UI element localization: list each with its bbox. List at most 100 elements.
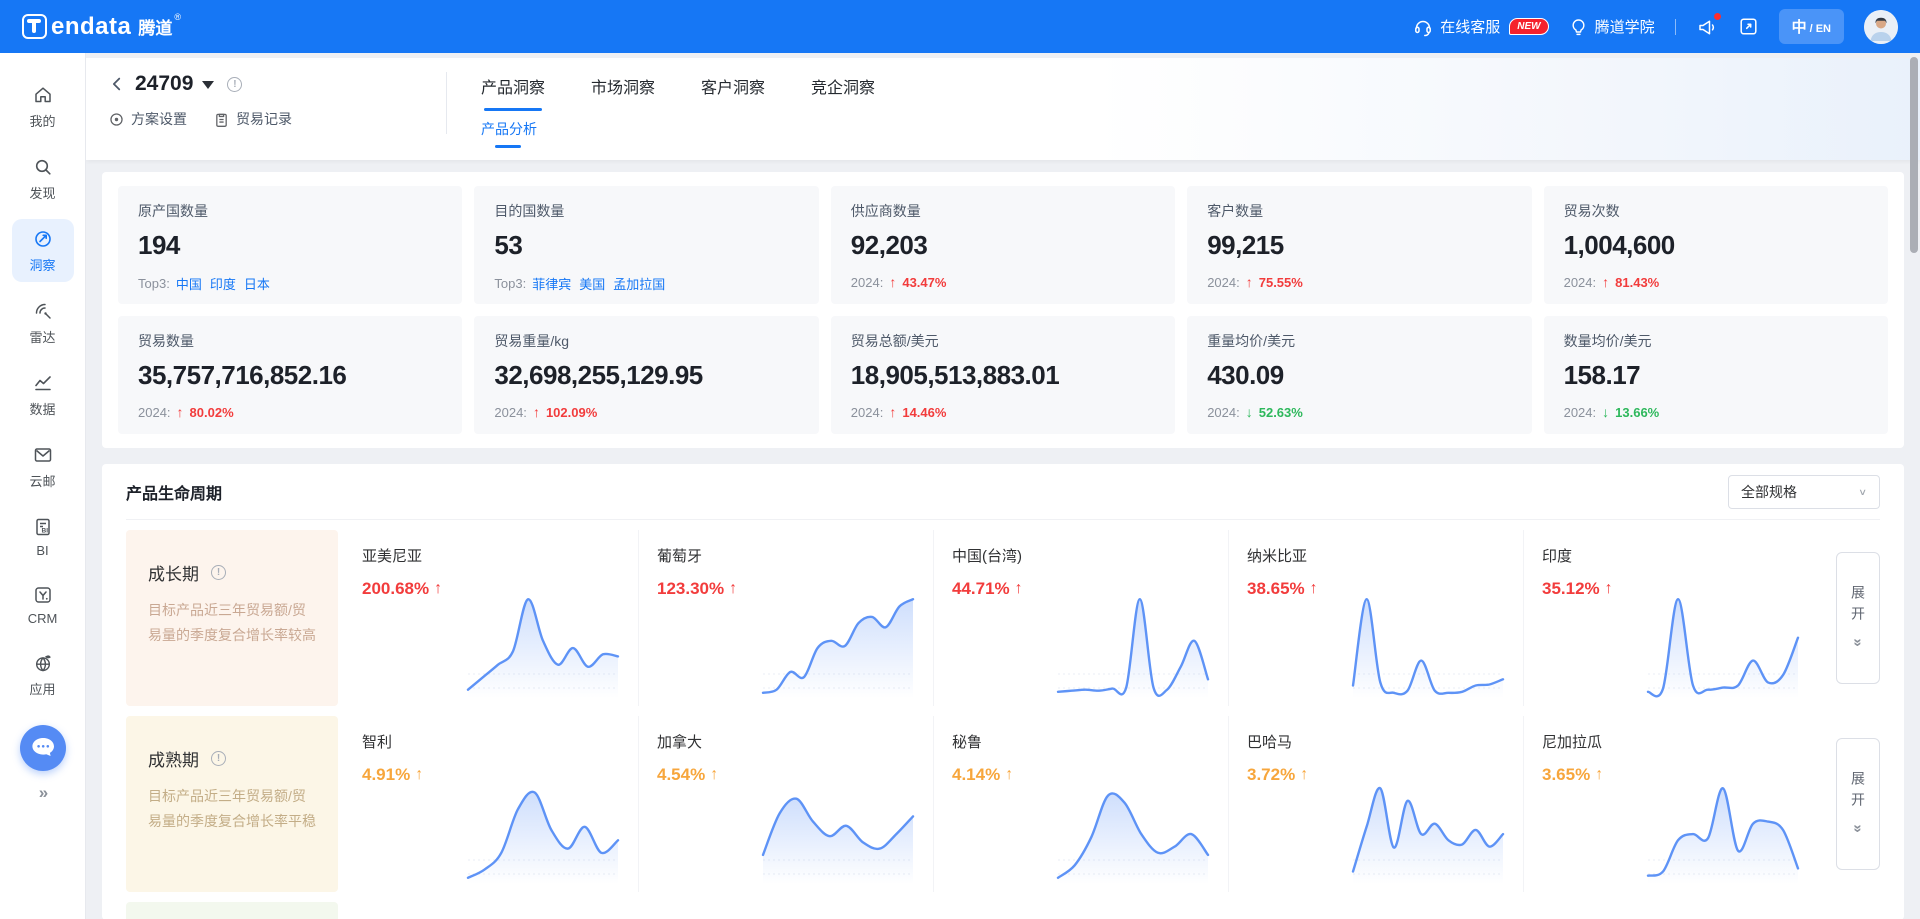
phase-description: 目标产品近三年贸易额/贸易量的季度复合增长率较高	[148, 598, 316, 648]
plan-id[interactable]: 24709	[135, 72, 193, 96]
phase-card-mature: 成熟期 目标产品近三年贸易额/贸易量的季度复合增长率平稳	[126, 716, 338, 892]
top3-label: Top3:	[138, 276, 170, 291]
country-name: 尼加拉瓜	[1542, 731, 1818, 752]
country-trend-cell[interactable]: 智利 4.91%↑	[344, 716, 639, 892]
tendata-logo[interactable]: endata 腾道 ®	[22, 14, 181, 39]
trend-arrow-icon: ↑	[415, 766, 423, 784]
stat-footer: 2024: ↑ 102.09%	[494, 404, 798, 420]
trend-arrow-icon: ↑	[177, 404, 184, 420]
sidebar-item-bi[interactable]: BI BI	[12, 507, 74, 566]
stat-card-customers: 客户数量 99,215 2024: ↑ 75.55%	[1187, 186, 1531, 304]
year-label: 2024:	[1564, 275, 1597, 290]
tab-product-insight[interactable]: 产品洞察	[481, 74, 545, 111]
trend-arrow-icon: ↑	[710, 766, 718, 784]
svg-text:BI: BI	[41, 527, 48, 534]
sidebar-item-mine[interactable]: 我的	[12, 75, 74, 138]
expand-label: 展开	[1848, 585, 1868, 627]
top3-country-link[interactable]: 印度	[210, 274, 236, 293]
chat-bubble-button[interactable]	[20, 725, 66, 771]
sidebar-item-crm[interactable]: CRM	[12, 575, 74, 634]
top3-label: Top3:	[494, 276, 526, 291]
registered-mark: ®	[174, 12, 181, 22]
country-trend-cell[interactable]: 加拿大 4.54%↑	[639, 716, 934, 892]
back-icon[interactable]	[108, 75, 126, 93]
page-header: 24709 方案设置 贸易记录 产	[86, 58, 1920, 160]
plan-settings-button[interactable]: 方案设置	[108, 109, 187, 129]
radar-icon	[32, 300, 54, 322]
sidebar-item-discover[interactable]: 发现	[12, 147, 74, 210]
sidebar-item-label: BI	[36, 543, 48, 558]
main-content: 24709 方案设置 贸易记录 产	[86, 53, 1920, 919]
trend-arrow-icon: ↑	[434, 580, 442, 598]
sparkline-chart	[1644, 772, 1802, 890]
info-icon[interactable]	[211, 565, 226, 580]
sidebar-item-radar[interactable]: 雷达	[12, 291, 74, 354]
fullscreen-icon[interactable]	[1738, 16, 1759, 37]
top3-country-link[interactable]: 美国	[579, 274, 605, 293]
country-trend-cell[interactable]: 纳米比亚 38.65%↑	[1229, 530, 1524, 706]
phase-card-partial	[126, 902, 338, 919]
trend-percent: 4.91%	[362, 765, 410, 785]
tendata-logo-icon	[22, 14, 47, 39]
target-icon	[108, 111, 125, 128]
country-trend-cell[interactable]: 亚美尼亚 200.68%↑	[344, 530, 639, 706]
new-badge: NEW	[1509, 18, 1548, 35]
trend-arrow-icon: ↑	[1246, 274, 1253, 290]
sidebar-item-insight[interactable]: 洞察	[12, 219, 74, 282]
online-service-button[interactable]: 在线客服 NEW	[1413, 16, 1548, 37]
top3-country-link[interactable]: 中国	[176, 274, 202, 293]
country-trend-cell[interactable]: 巴哈马 3.72%↑	[1229, 716, 1524, 892]
spec-filter-select[interactable]: 全部规格 ∨	[1728, 475, 1880, 509]
globe-leaf-icon	[32, 652, 54, 674]
country-trend-cell[interactable]: 葡萄牙 123.30%↑	[639, 530, 934, 706]
stat-value: 194	[138, 230, 442, 261]
trend-arrow-icon: ↑	[729, 580, 737, 598]
avatar[interactable]	[1864, 10, 1898, 44]
lifecycle-title: 产品生命周期	[126, 480, 222, 504]
country-trend-cell[interactable]: 秘鲁 4.14%↑	[934, 716, 1229, 892]
stat-value: 32,698,255,129.95	[494, 360, 798, 391]
announcement-icon[interactable]	[1696, 16, 1718, 38]
sidebar-item-label: 数据	[29, 399, 55, 418]
bulb-icon	[1569, 17, 1588, 36]
country-trend-cell[interactable]: 印度 35.12%↑	[1524, 530, 1818, 706]
stat-footer: 2024: ↑ 75.55%	[1207, 274, 1511, 290]
sidebar-collapse-button[interactable]: »	[39, 783, 46, 803]
top3-country-link[interactable]: 菲律宾	[532, 274, 571, 293]
sidebar-item-apps[interactable]: 应用	[12, 643, 74, 706]
sidebar-item-data[interactable]: 数据	[12, 363, 74, 426]
trend-percent: 102.09%	[546, 405, 597, 420]
logo-cn-text: 腾道	[138, 20, 172, 39]
language-toggle[interactable]: 中 / EN	[1779, 9, 1844, 44]
sidebar-item-cloudmail[interactable]: 云邮	[12, 435, 74, 498]
info-icon[interactable]	[211, 751, 226, 766]
info-icon[interactable]	[227, 77, 242, 92]
stat-footer: 2024: ↑ 81.43%	[1564, 274, 1868, 290]
subtab-product-analysis[interactable]: 产品分析	[481, 119, 537, 148]
stat-card-trade-count: 贸易次数 1,004,600 2024: ↑ 81.43%	[1544, 186, 1888, 304]
caret-down-icon[interactable]	[202, 81, 214, 89]
top3-country-link[interactable]: 日本	[244, 274, 270, 293]
notification-dot	[1714, 13, 1721, 20]
top3-country-link[interactable]: 孟加拉国	[613, 274, 665, 293]
stat-footer: Top3: 中国 印度 日本	[138, 274, 442, 293]
trend-arrow-icon: ↑	[1015, 580, 1023, 598]
trade-records-button[interactable]: 贸易记录	[213, 109, 292, 129]
country-trend-cell[interactable]: 中国(台湾) 44.71%↑	[934, 530, 1229, 706]
insight-pie-icon	[32, 228, 54, 250]
year-label: 2024:	[1207, 275, 1240, 290]
tab-market-insight[interactable]: 市场洞察	[591, 74, 655, 111]
scrollbar[interactable]	[1910, 57, 1918, 915]
trend-percent: 3.65%	[1542, 765, 1590, 785]
tab-customer-insight[interactable]: 客户洞察	[701, 74, 765, 111]
tab-competitor-insight[interactable]: 竞企洞察	[811, 74, 875, 111]
sparkline-chart	[759, 586, 917, 704]
scrollbar-thumb[interactable]	[1910, 57, 1918, 253]
academy-button[interactable]: 腾道学院	[1569, 16, 1655, 37]
sidebar-item-label: 应用	[29, 679, 55, 698]
stat-label: 供应商数量	[851, 201, 1155, 221]
expand-button[interactable]: 展开 »	[1836, 738, 1880, 870]
plan-settings-label: 方案设置	[131, 109, 187, 129]
country-trend-cell[interactable]: 尼加拉瓜 3.65%↑	[1524, 716, 1818, 892]
expand-button[interactable]: 展开 »	[1836, 552, 1880, 684]
